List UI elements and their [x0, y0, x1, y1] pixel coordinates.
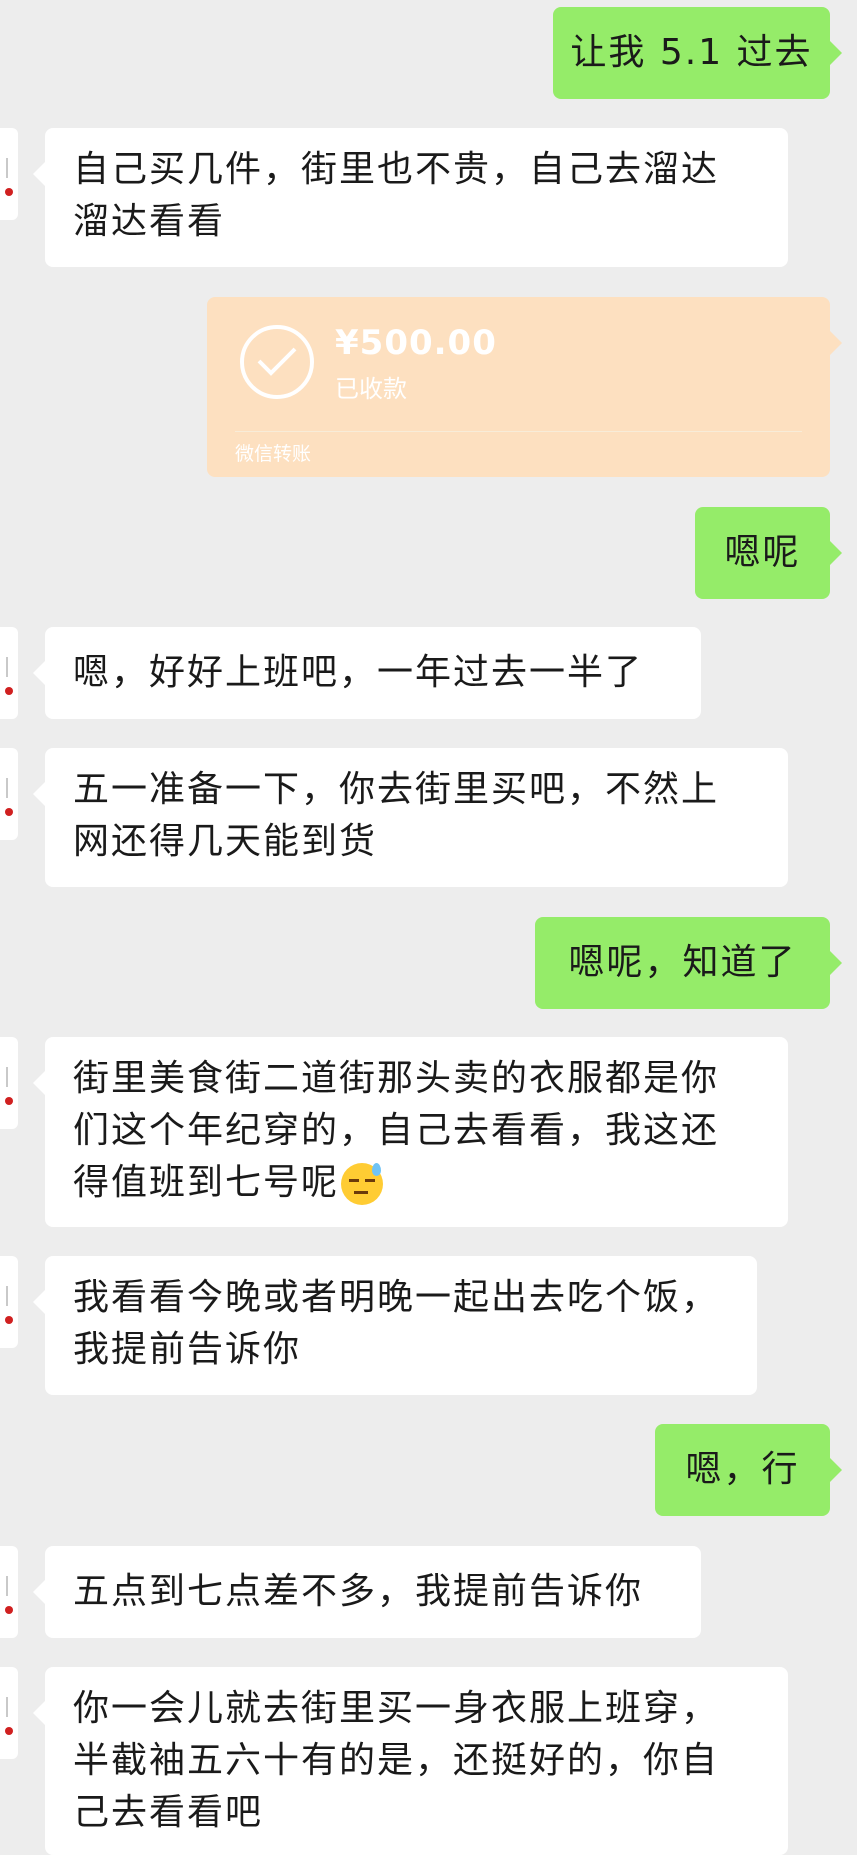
message-line: 街里美食街二道街那头卖的衣服都是你	[73, 1058, 720, 1099]
divider	[235, 431, 802, 432]
incoming-message[interactable]: 你一会儿就去街里买一身衣服上班穿， 半截袖五六十有的是，还挺好的，你自 己去看看…	[33, 1667, 788, 1855]
message-line: 我看看今晚或者明晚一起出去吃个饭，	[73, 1277, 720, 1318]
incoming-message[interactable]: 自己买几件，街里也不贵，自己去溜达 溜达看看	[33, 128, 788, 267]
message-line: 半截袖五六十有的是，还挺好的，你自	[73, 1740, 720, 1781]
message-text: 嗯呢，知道了	[568, 942, 797, 983]
outgoing-message[interactable]: 嗯呢	[695, 507, 842, 599]
message-line: 自己买几件，街里也不贵，自己去溜达	[73, 149, 720, 190]
contact-avatar[interactable]	[0, 128, 18, 220]
transfer-source: 微信转账	[235, 443, 312, 465]
incoming-message[interactable]: 五点到七点差不多，我提前告诉你	[33, 1546, 701, 1638]
message-line: 己去看看吧	[73, 1792, 264, 1833]
transfer-card[interactable]: ¥500.00 已收款 微信转账	[207, 297, 842, 477]
message-line: 你一会儿就去街里买一身衣服上班穿，	[73, 1688, 720, 1729]
checkmark-icon	[240, 325, 314, 399]
message-text: 嗯，行	[685, 1449, 800, 1490]
message-line: 我提前告诉你	[73, 1329, 302, 1370]
message-text: 得值班到七号呢	[73, 1162, 340, 1203]
contact-avatar[interactable]	[0, 1546, 18, 1638]
contact-avatar[interactable]	[0, 748, 18, 840]
incoming-message[interactable]: 嗯，好好上班吧，一年过去一半了	[33, 627, 701, 719]
transfer-status: 已收款	[335, 375, 407, 403]
message-text: 嗯呢	[724, 532, 801, 573]
contact-avatar[interactable]	[0, 1037, 18, 1129]
outgoing-message[interactable]: 让我 5.1 过去	[553, 7, 842, 99]
message-line: 网还得几天能到货	[73, 821, 378, 862]
contact-avatar[interactable]	[0, 1667, 18, 1759]
message-line: 五一准备一下，你去街里买吧，不然上	[73, 769, 720, 810]
message-line: 得值班到七号呢	[73, 1157, 760, 1209]
outgoing-message[interactable]: 嗯呢，知道了	[535, 917, 842, 1009]
outgoing-message[interactable]: 嗯，行	[655, 1424, 842, 1516]
message-line: 溜达看看	[73, 201, 226, 242]
downcast-sweat-face-icon	[341, 1163, 384, 1205]
message-text: 嗯，好好上班吧，一年过去一半了	[73, 652, 644, 693]
incoming-message[interactable]: 街里美食街二道街那头卖的衣服都是你 们这个年纪穿的，自己去看看，我这还 得值班到…	[33, 1037, 788, 1227]
incoming-message[interactable]: 我看看今晚或者明晚一起出去吃个饭， 我提前告诉你	[33, 1256, 757, 1395]
contact-avatar[interactable]	[0, 1256, 18, 1348]
incoming-message[interactable]: 五一准备一下，你去街里买吧，不然上 网还得几天能到货	[33, 748, 788, 887]
message-text: 让我 5.1 过去	[570, 32, 813, 73]
transfer-amount: ¥500.00	[335, 323, 497, 363]
contact-avatar[interactable]	[0, 627, 18, 719]
message-text: 五点到七点差不多，我提前告诉你	[73, 1571, 644, 1612]
message-line: 们这个年纪穿的，自己去看看，我这还	[73, 1110, 720, 1151]
